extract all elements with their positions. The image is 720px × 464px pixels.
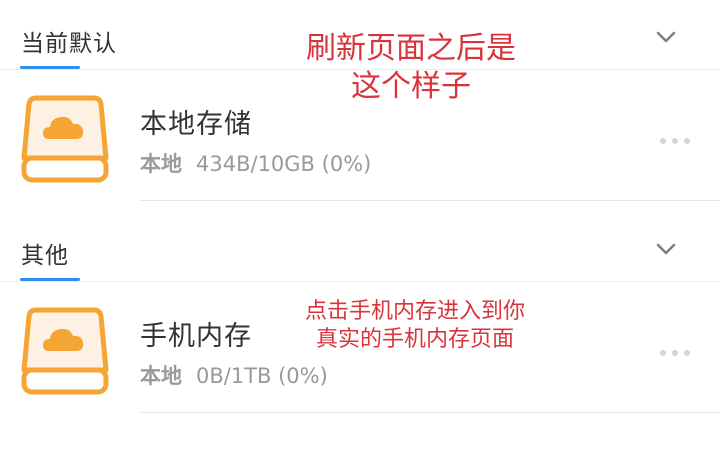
storage-page: 当前默认 本地存储 本地 434B/10GB (0%) 其他 手机内存 本地 0… [0,0,720,464]
storage-usage: 434B/10GB (0%) [196,152,372,176]
chevron-down-icon[interactable] [654,240,678,258]
annotation-phone-note: 点击手机内存进入到你 真实的手机内存页面 [276,298,554,354]
annotation-refresh-note: 刷新页面之后是 这个样子 [280,30,542,105]
annotation-line: 真实的手机内存页面 [315,327,514,353]
cloud-drive-icon [21,307,109,395]
storage-type: 本地 [140,152,182,176]
cloud-drive-icon [21,95,109,183]
annotation-line: 点击手机内存进入到你 [304,299,525,324]
more-dots-icon[interactable] [658,348,692,358]
row-divider [140,200,720,201]
storage-meta: 本地 434B/10GB (0%) [140,148,371,178]
storage-usage: 0B/1TB (0%) [196,364,328,388]
section-title: 其他 [21,243,69,269]
annotation-line: 这个样子 [351,68,471,104]
chevron-down-icon[interactable] [654,28,678,46]
more-dots-icon[interactable] [658,136,692,146]
storage-name: 手机内存 [140,321,252,352]
row-divider [140,412,720,413]
storage-name: 本地存储 [140,109,252,140]
storage-meta: 本地 0B/1TB (0%) [140,360,328,390]
storage-type: 本地 [140,364,182,388]
section-title: 当前默认 [21,31,117,57]
annotation-line: 刷新页面之后是 [306,31,516,66]
section-header-other[interactable]: 其他 [0,212,720,282]
